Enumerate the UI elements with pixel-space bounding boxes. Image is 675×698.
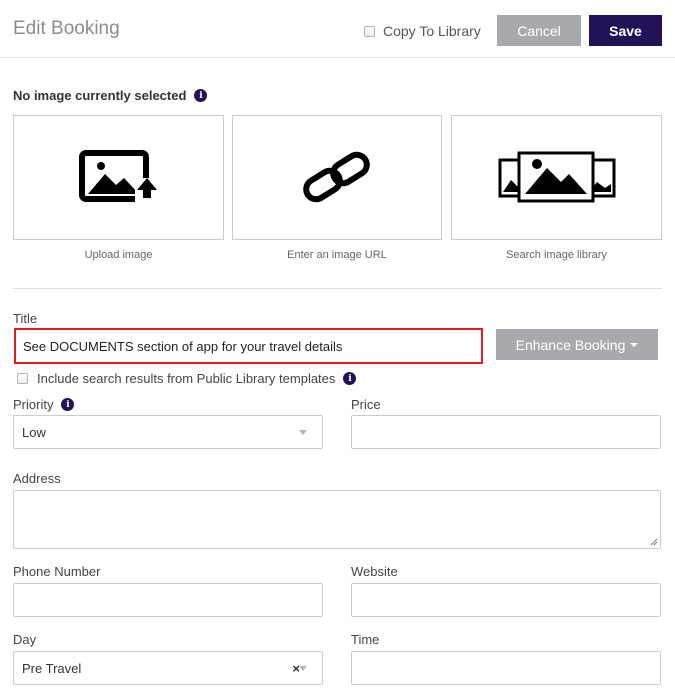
phone-input[interactable] — [13, 583, 323, 617]
title-label: Title — [13, 311, 38, 326]
priority-select[interactable]: Low — [13, 415, 323, 449]
upload-image-icon — [78, 149, 157, 202]
caret-down-icon — [630, 342, 639, 347]
day-label: Day — [13, 632, 37, 647]
upload-image-option[interactable] — [13, 115, 224, 240]
day-select[interactable]: Pre Travel × — [13, 651, 323, 685]
enhance-booking-button[interactable]: Enhance Booking — [496, 329, 658, 360]
page-title: Edit Booking — [13, 18, 120, 39]
image-status-text: No image currently selected — [13, 88, 187, 103]
priority-selected-value: Low — [22, 424, 46, 440]
website-input[interactable] — [351, 583, 661, 617]
price-input[interactable] — [351, 415, 661, 449]
upload-image-caption: Upload image — [84, 249, 153, 261]
info-icon[interactable]: i — [194, 89, 208, 102]
image-status: No image currently selected i — [13, 88, 208, 103]
cancel-button[interactable]: Cancel — [497, 15, 581, 46]
copy-to-library-option[interactable]: Copy To Library — [364, 23, 481, 39]
priority-label-text: Priority — [13, 397, 54, 412]
save-button[interactable]: Save — [589, 15, 662, 46]
title-input[interactable]: See DOCUMENTS section of app for your tr… — [14, 328, 483, 364]
enhance-booking-label: Enhance Booking — [515, 336, 626, 353]
chevron-down-icon[interactable] — [299, 666, 307, 671]
day-selected-value: Pre Travel — [22, 660, 82, 676]
copy-to-library-checkbox[interactable] — [364, 25, 375, 37]
address-textarea[interactable] — [13, 490, 661, 549]
include-public-label: Include search results from Public Libra… — [37, 371, 336, 386]
image-url-option[interactable] — [232, 115, 442, 240]
search-library-option[interactable] — [451, 115, 662, 240]
resize-handle-icon[interactable] — [650, 538, 658, 546]
time-input[interactable] — [351, 651, 661, 685]
price-label: Price — [351, 397, 381, 412]
info-icon[interactable]: i — [343, 372, 357, 385]
modal-header: Edit Booking Copy To Library Cancel Save — [0, 0, 675, 58]
include-public-option[interactable]: Include search results from Public Libra… — [17, 371, 357, 386]
link-icon — [303, 151, 370, 202]
priority-label: Priority i — [13, 397, 75, 412]
website-label: Website — [351, 564, 398, 579]
search-library-caption: Search image library — [506, 249, 607, 261]
copy-to-library-label: Copy To Library — [383, 23, 481, 39]
info-icon[interactable]: i — [61, 398, 75, 411]
chevron-down-icon[interactable] — [299, 430, 307, 435]
section-divider — [13, 288, 662, 289]
phone-label: Phone Number — [13, 564, 101, 579]
time-label: Time — [351, 632, 380, 647]
image-url-caption: Enter an image URL — [287, 249, 387, 261]
image-gallery-icon — [498, 151, 615, 202]
address-label: Address — [13, 471, 61, 486]
include-public-checkbox[interactable] — [17, 373, 28, 384]
